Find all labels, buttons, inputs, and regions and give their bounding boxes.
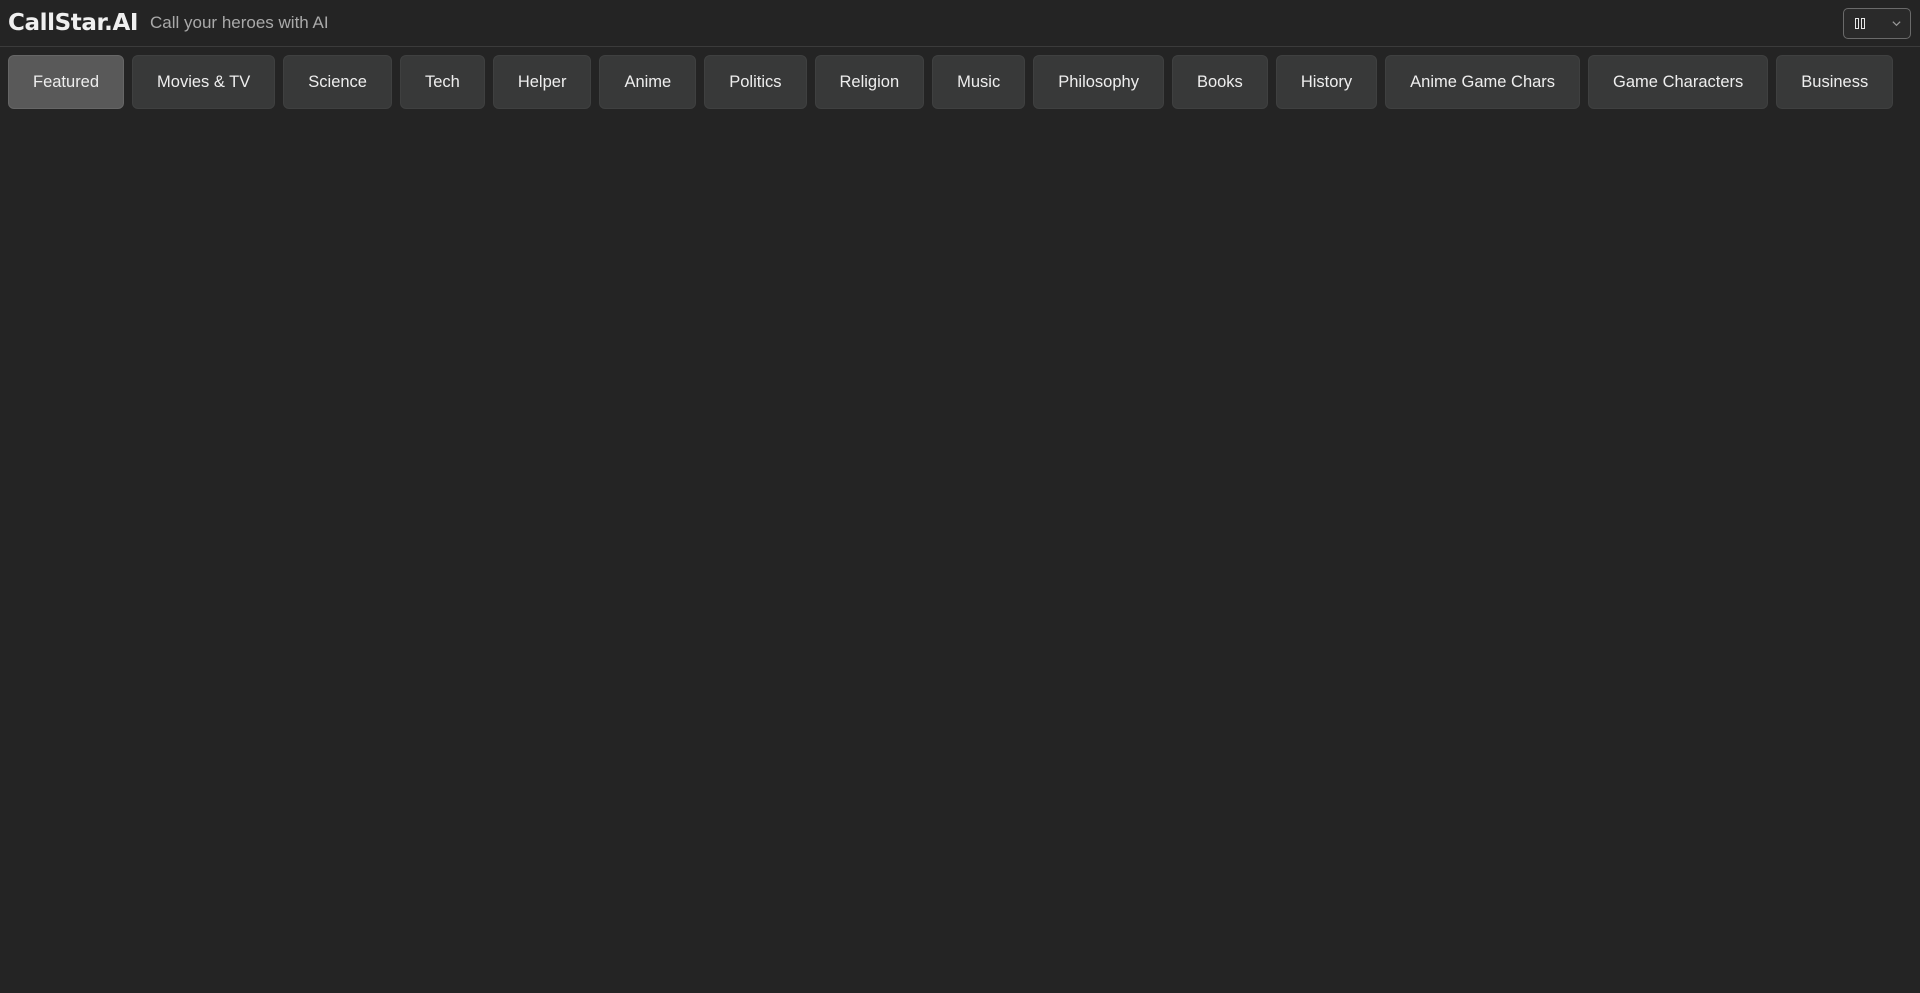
chevron-down-icon: [1892, 21, 1901, 27]
category-tabs: Featured Movies & TV Science Tech Helper…: [0, 47, 1920, 109]
tab-game-characters[interactable]: Game Characters: [1588, 55, 1769, 109]
tab-philosophy[interactable]: Philosophy: [1033, 55, 1164, 109]
tab-history[interactable]: History: [1275, 55, 1378, 109]
tab-music[interactable]: Music: [932, 55, 1026, 109]
tab-anime-game-chars[interactable]: Anime Game Chars: [1385, 55, 1581, 109]
tab-science[interactable]: Science: [283, 55, 392, 109]
tab-religion[interactable]: Religion: [814, 55, 925, 109]
tab-tech[interactable]: Tech: [399, 55, 485, 109]
language-select[interactable]: [1843, 8, 1911, 39]
tab-politics[interactable]: Politics: [704, 55, 807, 109]
flag-icon: [1855, 18, 1865, 29]
tagline: Call your heroes with AI: [150, 13, 329, 32]
tab-anime[interactable]: Anime: [599, 55, 697, 109]
tab-featured[interactable]: Featured: [8, 55, 125, 109]
brand-logo[interactable]: CallStar.AI: [8, 10, 138, 36]
tab-business[interactable]: Business: [1776, 55, 1894, 109]
tab-books[interactable]: Books: [1171, 55, 1268, 109]
tab-movies-tv[interactable]: Movies & TV: [132, 55, 276, 109]
tab-helper[interactable]: Helper: [492, 55, 592, 109]
top-header: CallStar.AI Call your heroes with AI: [0, 0, 1920, 47]
